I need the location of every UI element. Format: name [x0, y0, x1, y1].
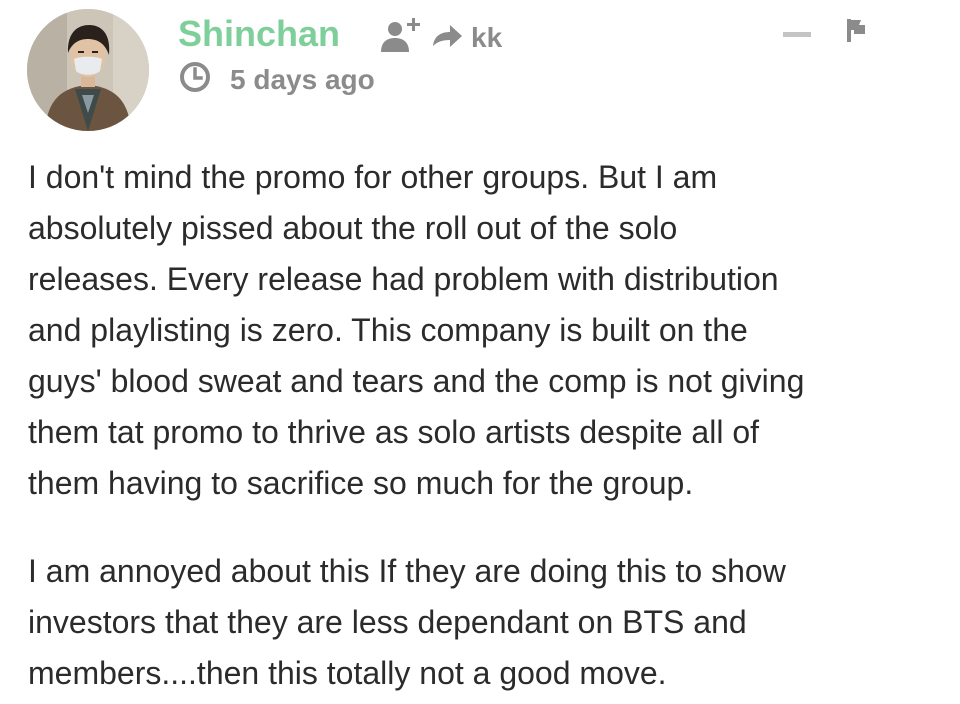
- comment-line: them tat promo to thrive as solo artists…: [28, 414, 759, 450]
- comment-timestamp: 5 days ago: [230, 64, 375, 95]
- comment-line: investors that they are less dependant o…: [28, 604, 747, 640]
- reply-arrow-icon: [433, 25, 462, 47]
- add-user-icon[interactable]: [380, 14, 424, 56]
- clock-icon: [180, 62, 210, 92]
- avatar-image: [27, 9, 149, 131]
- comment-line: I am annoyed about this If they are doin…: [28, 553, 786, 589]
- comment-line: members....then this totally not a good …: [28, 655, 667, 691]
- flag-icon[interactable]: [845, 17, 867, 43]
- author-name[interactable]: Shinchan: [178, 10, 340, 58]
- comment: Shinchan kk 5 days ago I don't mind the …: [0, 0, 960, 704]
- comment-paragraph: I don't mind the promo for other groups.…: [28, 152, 938, 509]
- comment-line: I don't mind the promo for other groups.…: [28, 159, 718, 195]
- minimize-icon[interactable]: [782, 24, 812, 44]
- reply-to-user[interactable]: kk: [471, 20, 502, 56]
- comment-body: I don't mind the promo for other groups.…: [28, 152, 938, 699]
- comment-line: them having to sacrifice so much for the…: [28, 465, 694, 501]
- comment-paragraph: I am annoyed about this If they are doin…: [28, 546, 938, 699]
- avatar[interactable]: [27, 9, 149, 131]
- comment-line: guys' blood sweat and tears and the comp…: [28, 363, 805, 399]
- comment-line: releases. Every release had problem with…: [28, 261, 779, 297]
- comment-line: and playlisting is zero. This company is…: [28, 312, 748, 348]
- comment-line: absolutely pissed about the roll out of …: [28, 210, 678, 246]
